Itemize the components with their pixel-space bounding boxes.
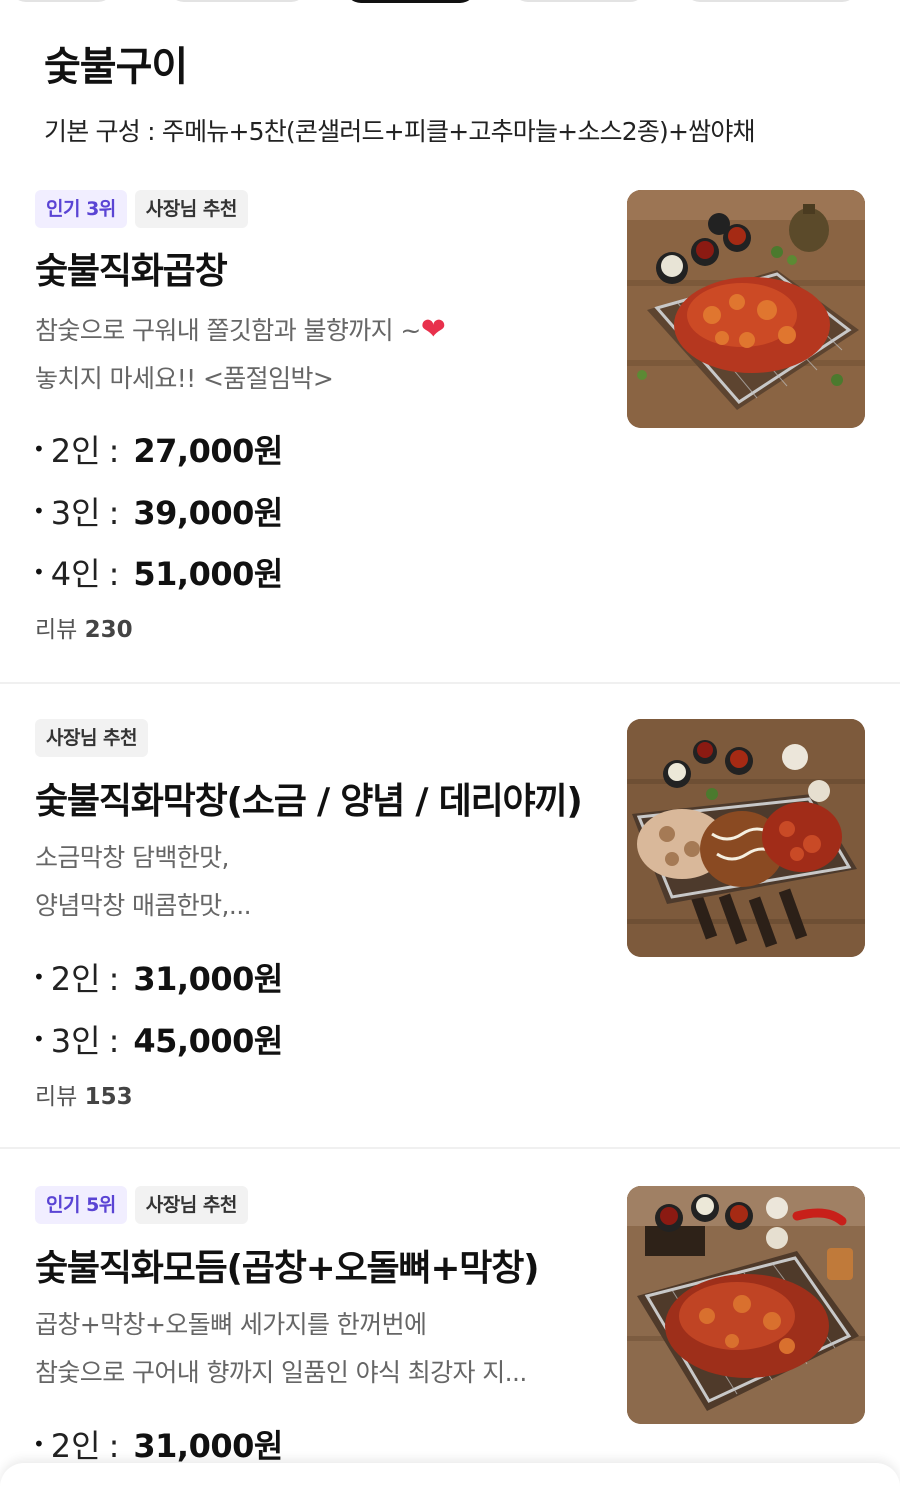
price-row: • 2인: 27,000원 bbox=[33, 426, 283, 472]
review-count: 리뷰 153 bbox=[35, 1077, 133, 1111]
bullet-icon: • bbox=[33, 1027, 45, 1051]
heart-icon: ❤ bbox=[420, 312, 446, 347]
menu-item-photo bbox=[627, 190, 865, 428]
badge-group: 사장님 추천 bbox=[35, 719, 149, 757]
menu-item-name: 숯불직화곱창 bbox=[35, 251, 228, 292]
badge-group: 인기 5위 사장님 추천 bbox=[35, 1186, 248, 1224]
recommend-badge: 사장님 추천 bbox=[134, 190, 248, 228]
review-number: 230 bbox=[84, 617, 133, 643]
description-line: 양념막창 매콤한맛,... bbox=[35, 891, 252, 920]
section-title: 숯불구이 bbox=[44, 44, 188, 90]
recommend-badge: 사장님 추천 bbox=[35, 719, 149, 757]
price-row: • 2인: 31,000원 bbox=[33, 954, 283, 1000]
category-tab[interactable] bbox=[168, 0, 307, 2]
review-number: 153 bbox=[84, 1084, 133, 1110]
price-label: 2인 bbox=[50, 432, 101, 470]
price-value: 51,000원 bbox=[133, 555, 283, 593]
price-value: 39,000원 bbox=[133, 494, 283, 532]
category-tabs bbox=[0, 0, 900, 4]
price-label: 3인 bbox=[50, 1022, 101, 1060]
review-count: 리뷰 230 bbox=[35, 610, 133, 644]
price-value: 45,000원 bbox=[133, 1022, 283, 1060]
bullet-icon: • bbox=[33, 437, 45, 461]
category-tab[interactable] bbox=[10, 0, 114, 2]
price-label: 2인 bbox=[50, 960, 101, 998]
menu-item-name: 숯불직화막창(소금 / 양념 / 데리야끼) bbox=[35, 781, 583, 822]
review-label: 리뷰 bbox=[35, 617, 78, 643]
price-row: • 2인: 31,000원 bbox=[33, 1421, 283, 1467]
description-line: 참숯으로 구어내 향까지 일품인 야식 최강자 지... bbox=[35, 1358, 527, 1387]
bullet-icon: • bbox=[33, 1432, 45, 1456]
price-row: • 4인: 51,000원 bbox=[33, 549, 283, 595]
description-line: 소금막창 담백한맛, bbox=[35, 843, 230, 872]
price-label: 2인 bbox=[50, 1427, 101, 1465]
category-tab-active[interactable] bbox=[345, 0, 476, 3]
menu-item-description: 참숯으로 구워내 쫄깃함과 불향까지 ~❤ 놓치지 마세요!! <품절임박> bbox=[35, 306, 446, 403]
bullet-icon: • bbox=[33, 965, 45, 989]
price-label: 3인 bbox=[50, 494, 101, 532]
price-row: • 3인: 45,000원 bbox=[33, 1016, 283, 1062]
description-line: 곱창+막창+오돌뼈 세가지를 한꺼번에 bbox=[35, 1310, 427, 1339]
menu-item-photo bbox=[627, 1186, 865, 1424]
bottom-sheet[interactable] bbox=[0, 1463, 900, 1493]
price-value: 31,000원 bbox=[133, 1427, 283, 1465]
price-row: • 3인: 39,000원 bbox=[33, 488, 283, 534]
section-description: 기본 구성 : 주메뉴+5찬(콘샐러드+피클+고추마늘+소스2종)+쌈야채 bbox=[44, 117, 756, 146]
description-line: 놓치지 마세요!! <품절임박> bbox=[35, 364, 334, 393]
rank-badge: 인기 3위 bbox=[35, 190, 127, 228]
rank-badge: 인기 5위 bbox=[35, 1186, 127, 1224]
bullet-icon: • bbox=[33, 560, 45, 584]
menu-item-name: 숯불직화모듬(곱창+오돌뼈+막창) bbox=[35, 1248, 540, 1289]
review-label: 리뷰 bbox=[35, 1084, 78, 1110]
description-line: 참숯으로 구워내 쫄깃함과 불향까지 ~ bbox=[35, 316, 421, 345]
item-divider bbox=[0, 682, 900, 684]
category-tab[interactable] bbox=[512, 0, 646, 2]
menu-item-description: 소금막창 담백한맛, 양념막창 매콤한맛,... bbox=[35, 834, 252, 930]
menu-item-photo bbox=[627, 719, 865, 957]
recommend-badge: 사장님 추천 bbox=[134, 1186, 248, 1224]
item-divider bbox=[0, 1147, 900, 1149]
price-value: 31,000원 bbox=[133, 960, 283, 998]
category-tab[interactable] bbox=[684, 0, 858, 2]
price-value: 27,000원 bbox=[133, 432, 283, 470]
bullet-icon: • bbox=[33, 499, 45, 523]
menu-item-description: 곱창+막창+오돌뼈 세가지를 한꺼번에 참숯으로 구어내 향까지 일품인 야식 … bbox=[35, 1301, 527, 1397]
badge-group: 인기 3위 사장님 추천 bbox=[35, 190, 248, 228]
price-label: 4인 bbox=[50, 555, 101, 593]
